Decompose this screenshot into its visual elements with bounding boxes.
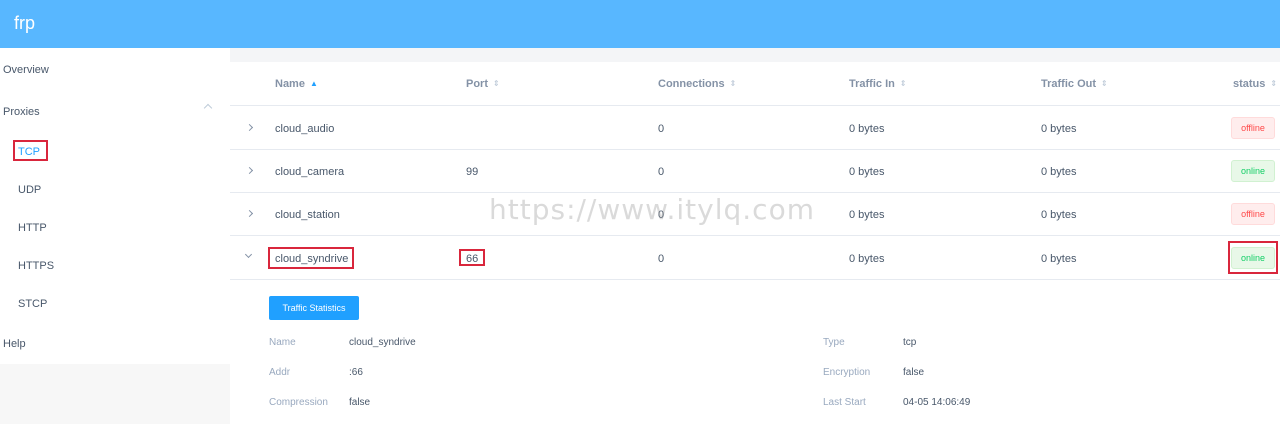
highlight-box-name — [268, 247, 354, 269]
table-row[interactable]: cloud_camera 99 0 0 bytes 0 bytes online — [230, 150, 1280, 193]
column-header-traffic-in[interactable]: Traffic In ⇕ — [849, 78, 907, 90]
column-header-port[interactable]: Port ⇕ — [466, 78, 500, 90]
column-header-connections[interactable]: Connections ⇕ — [658, 78, 736, 90]
expand-chevron-icon[interactable] — [245, 209, 254, 218]
proxy-traffic-out: 0 bytes — [1041, 209, 1077, 221]
proxy-traffic-in: 0 bytes — [849, 209, 885, 221]
sort-icon[interactable]: ⇕ — [730, 79, 737, 88]
proxy-connections: 0 — [658, 253, 665, 265]
detail-value-addr: :66 — [349, 367, 363, 378]
sidebar-item-udp[interactable]: UDP — [18, 184, 41, 196]
expand-chevron-icon[interactable] — [245, 166, 254, 175]
proxy-detail-panel: Traffic Statistics Name cloud_syndrive A… — [230, 281, 1280, 424]
proxy-traffic-out: 0 bytes — [1041, 123, 1077, 135]
watermark-text: https://www.itylq.com — [489, 193, 815, 226]
proxy-name: cloud_camera — [275, 166, 345, 178]
status-badge: offline — [1231, 203, 1275, 225]
sort-icon[interactable]: ▲︎ — [310, 79, 318, 88]
detail-label-addr: Addr — [269, 367, 291, 378]
detail-label-encryption: Encryption — [823, 367, 871, 378]
sidebar: Overview Proxies TCP UDP HTTP HTTPS STCP… — [0, 48, 230, 424]
sidebar-empty-area — [0, 364, 230, 424]
status-badge: online — [1231, 160, 1275, 182]
sidebar-item-http[interactable]: HTTP — [18, 222, 47, 234]
proxy-traffic-in: 0 bytes — [849, 166, 885, 178]
sidebar-item-stcp[interactable]: STCP — [18, 298, 47, 310]
column-header-traffic-out[interactable]: Traffic Out ⇕ — [1041, 78, 1108, 90]
detail-value-type: tcp — [903, 337, 917, 348]
traffic-statistics-button[interactable]: Traffic Statistics — [269, 296, 359, 320]
sidebar-item-help[interactable]: Help — [3, 338, 26, 350]
expand-chevron-icon[interactable] — [245, 123, 254, 132]
proxy-traffic-in: 0 bytes — [849, 253, 885, 265]
proxy-name: cloud_audio — [275, 123, 335, 135]
content-top-gap — [230, 48, 1280, 62]
column-header-status[interactable]: status ⇕ — [1233, 78, 1277, 90]
table-row-expanded[interactable]: cloud_syndrive 66 0 0 bytes 0 bytes onli… — [230, 237, 1280, 280]
sidebar-item-proxies[interactable]: Proxies — [3, 106, 40, 118]
proxy-connections: 0 — [658, 166, 665, 178]
proxy-name: cloud_station — [275, 209, 340, 221]
detail-value-compression: false — [349, 397, 371, 408]
sort-icon[interactable]: ⇕ — [493, 79, 500, 88]
detail-value-name: cloud_syndrive — [349, 337, 416, 348]
detail-value-encryption: false — [903, 367, 925, 378]
detail-value-last-start: 04-05 14:06:49 — [903, 397, 971, 408]
status-badge: offline — [1231, 117, 1275, 139]
collapse-chevron-icon[interactable] — [244, 250, 253, 259]
collapse-chevron-icon[interactable] — [203, 103, 213, 113]
proxy-port: 99 — [466, 166, 479, 178]
proxy-traffic-out: 0 bytes — [1041, 253, 1077, 265]
detail-label-compression: Compression — [269, 397, 328, 408]
app-title: frp — [14, 13, 36, 33]
highlight-box-tcp — [13, 140, 48, 161]
sort-icon[interactable]: ⇕ — [1270, 79, 1277, 88]
detail-label-last-start: Last Start — [823, 397, 866, 408]
detail-label-type: Type — [823, 337, 845, 348]
proxy-table: Name ▲︎ Port ⇕ Connections ⇕ Traffic In ⇕ Tr… — [230, 62, 1280, 424]
top-bar: frp — [0, 0, 1280, 48]
table-row[interactable]: cloud_audio 0 0 bytes 0 bytes offline — [230, 107, 1280, 150]
sort-icon[interactable]: ⇕ — [1101, 79, 1108, 88]
proxy-traffic-out: 0 bytes — [1041, 166, 1077, 178]
column-header-name[interactable]: Name ▲︎ — [275, 78, 318, 90]
highlight-box-status — [1228, 241, 1278, 274]
table-header: Name ▲︎ Port ⇕ Connections ⇕ Traffic In ⇕ Tr… — [230, 62, 1280, 106]
detail-label-name: Name — [269, 337, 296, 348]
highlight-box-port — [459, 249, 485, 266]
sidebar-item-overview[interactable]: Overview — [3, 64, 49, 76]
proxy-connections: 0 — [658, 123, 665, 135]
proxy-traffic-in: 0 bytes — [849, 123, 885, 135]
sort-icon[interactable]: ⇕ — [900, 79, 907, 88]
sidebar-item-https[interactable]: HTTPS — [18, 260, 54, 272]
